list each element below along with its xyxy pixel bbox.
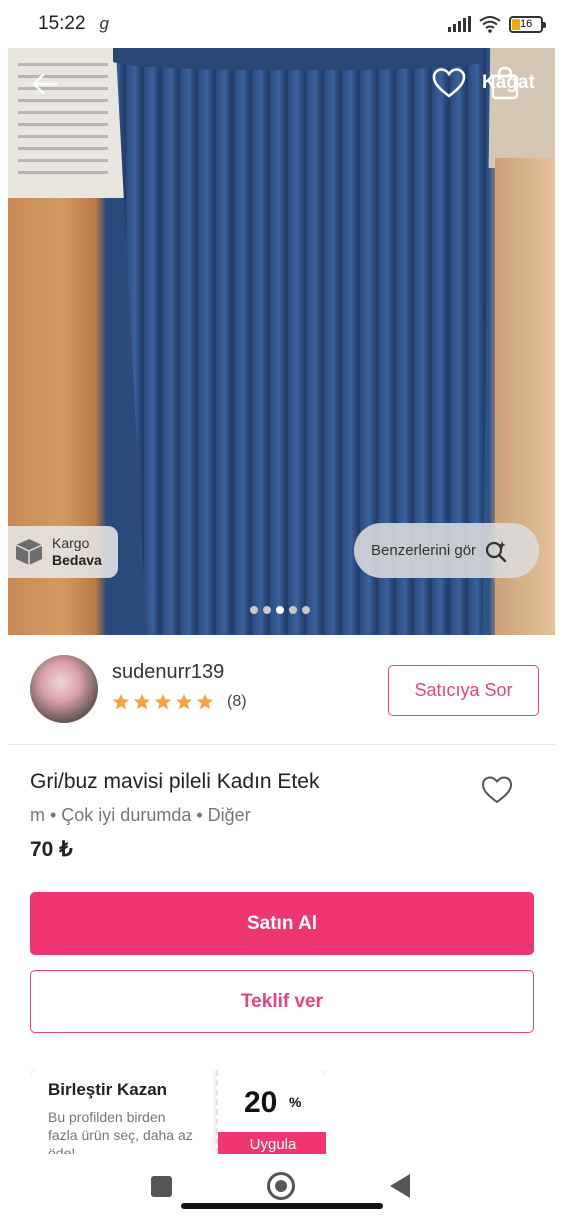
rating-count: (8) [227, 693, 247, 710]
pagination-dot[interactable] [289, 606, 297, 614]
signal-icon [448, 16, 471, 32]
recent-apps-icon[interactable] [151, 1176, 172, 1197]
status-bar: 15:22 g 16 [0, 0, 563, 48]
carrier-glyph: g [99, 14, 110, 33]
promo-title: Birleştir Kazan [48, 1080, 168, 1099]
seller-avatar[interactable] [30, 655, 98, 723]
seller-rating[interactable]: (8) [112, 693, 247, 711]
pagination-dot-active[interactable] [276, 606, 284, 614]
star-icon [175, 693, 193, 710]
pagination-dot[interactable] [250, 606, 258, 614]
see-similar-button[interactable]: Benzerlerini gör [354, 523, 539, 578]
system-navigation-bar [0, 1155, 563, 1219]
star-icon [154, 693, 172, 710]
favorite-heart-icon[interactable] [432, 67, 466, 99]
product-title: Gri/buz mavisi pileli Kadın Etek [30, 770, 320, 793]
package-icon [15, 539, 43, 565]
star-icon [196, 693, 214, 710]
home-icon[interactable] [267, 1172, 295, 1200]
home-indicator[interactable] [181, 1203, 383, 1209]
promo-info: Birleştir Kazan Bu profilden birden fazl… [30, 1070, 216, 1154]
back-triangle-icon[interactable] [390, 1174, 410, 1198]
see-similar-label: Benzerlerini gör [371, 542, 477, 559]
ask-seller-button[interactable]: Satıcıya Sor [388, 665, 539, 716]
favorite-heart-icon[interactable] [481, 775, 513, 805]
promo-percent: 20 [244, 1086, 278, 1119]
seller-username[interactable]: sudenurr139 [112, 661, 224, 684]
battery-icon: 16 [509, 15, 546, 33]
cart-label[interactable]: Kağat [482, 72, 535, 94]
battery-level: 16 [520, 18, 533, 30]
section-divider [8, 744, 555, 745]
product-page: 15:22 g 16 Kağat Kargo Bedava Benzerleri… [0, 0, 563, 1219]
skirt-waistband [113, 48, 483, 70]
shipping-text: Kargo Bedava [52, 535, 102, 569]
product-price: 70 ₺ [30, 838, 73, 861]
product-meta: m • Çok iyi durumda • Diğer [30, 805, 251, 825]
pagination-dot[interactable] [302, 606, 310, 614]
promo-apply-button[interactable]: Uygula [218, 1132, 326, 1154]
promo-percent-sign: % [289, 1094, 302, 1110]
free-shipping-badge: Kargo Bedava [8, 526, 118, 578]
pagination-dot[interactable] [263, 606, 271, 614]
shipping-value: Bedava [52, 552, 102, 568]
promo-description: Bu profilden birden fazla ürün seç, daha… [48, 1109, 193, 1154]
bundle-promo-card[interactable]: Birleştir Kazan Bu profilden birden fazl… [30, 1070, 326, 1154]
star-icon [112, 693, 130, 710]
status-icons: 16 [448, 15, 546, 33]
buy-button[interactable]: Satın Al [30, 892, 534, 955]
image-pagination-dots [250, 606, 310, 614]
star-icon [133, 693, 151, 710]
wifi-icon [479, 16, 501, 33]
promo-discount: 20 % Uygula [216, 1070, 326, 1154]
shipping-label: Kargo [52, 535, 90, 551]
status-time: 15:22 [38, 13, 86, 34]
seller-section: sudenurr139 (8) Satıcıya Sor [30, 655, 540, 725]
make-offer-button[interactable]: Teklif ver [30, 970, 534, 1033]
photo-background-paper [8, 48, 128, 198]
search-sparkle-icon [485, 540, 507, 562]
back-arrow-icon[interactable] [30, 70, 58, 98]
